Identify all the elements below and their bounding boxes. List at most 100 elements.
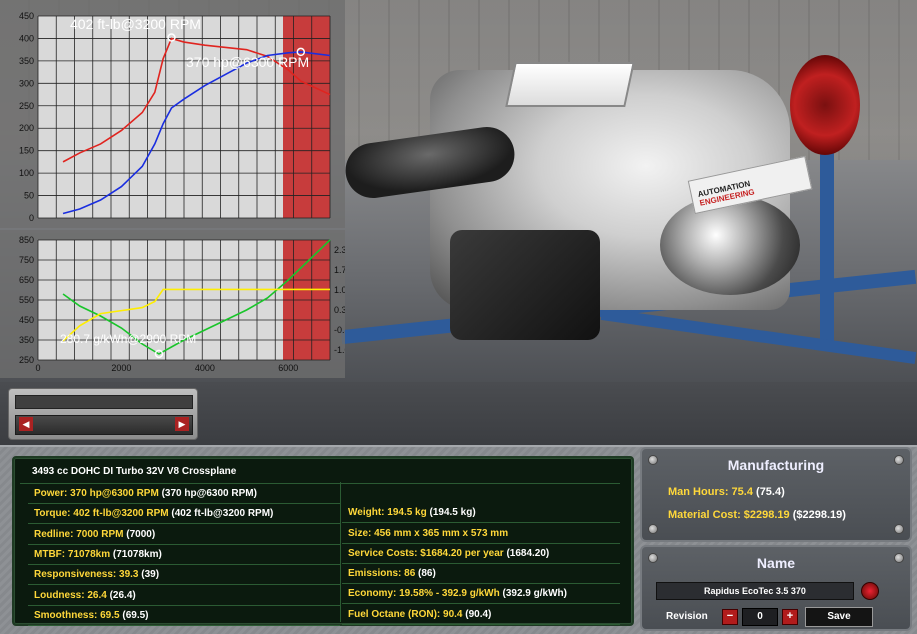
stat-row: Service Costs: $1684.20 per year (1684.2…: [342, 544, 620, 564]
stat-value: Power: 370 hp@6300 RPM: [34, 488, 159, 499]
stat-base-value: (26.4): [106, 589, 136, 601]
y-tick-label: 400: [19, 33, 34, 43]
torque-power-chart: 450 400 350 300 250 200 150 100 50 0 402 ft-lb@320…: [0, 0, 345, 228]
engine-description: 3493 cc DOHC DI Turbo 32V V8 Crossplane: [20, 466, 620, 484]
stat-value: Size: 456 mm x 365 mm x 573 mm: [348, 527, 509, 539]
redline-zone: [283, 16, 330, 218]
peak-label: 402 ft-lb@3200 RPM: [70, 16, 201, 32]
manufacturing-title: Manufacturing: [727, 457, 825, 473]
airbox: [450, 230, 600, 340]
peak-label: 370 hp@6300 RPM: [186, 54, 309, 70]
revision-value: 0: [742, 608, 778, 626]
y2-tick-label: 2.3: [334, 245, 345, 255]
name-title: Name: [756, 555, 796, 571]
stats-divider: [340, 482, 341, 622]
stat-base-value: (392.9 g/kWh): [499, 588, 567, 600]
y-tick-label: 650: [19, 275, 34, 285]
stat-row: Redline: 7000 RPM (7000): [28, 525, 340, 545]
y2-tick-label: 1.7: [334, 265, 345, 275]
stat-base-value: (86): [415, 568, 436, 580]
y-tick-label: 750: [19, 255, 34, 265]
stat-base-value: (90.4): [462, 608, 492, 620]
stat-value: Smoothness: 69.5: [34, 609, 120, 621]
stat-base-value: (69.5): [119, 609, 149, 621]
stat-row: Economy: 19.58% - 392.9 g/kWh (392.9 g/k…: [342, 584, 620, 605]
slider-track[interactable]: [15, 415, 193, 435]
save-button[interactable]: Save: [805, 607, 873, 627]
y-tick-label: 350: [19, 335, 34, 345]
stand-rail: [600, 307, 917, 365]
stat-value: Torque: 402 ft-lb@3200 RPM: [34, 508, 169, 520]
y-tick-label: 250: [19, 355, 34, 365]
y2-tick-label: 1.0: [334, 285, 345, 295]
stat-value: MTBF: 71078km: [34, 548, 111, 560]
stat-value: Loudness: 26.4: [34, 589, 107, 601]
slider-left-arrow-icon[interactable]: ◀: [19, 417, 33, 431]
slider-right-arrow-icon[interactable]: ▶: [175, 417, 189, 431]
y-tick-label: 450: [19, 11, 34, 21]
material-cost: Material Cost: $2298.19 ($2298.19): [668, 509, 846, 521]
revision-decrement-button[interactable]: −: [722, 609, 738, 625]
efficiency-chart: 850 750 650 550 450 350 250 2.3 1.7 1.0 0.3 -0.3 -1.…: [0, 230, 345, 378]
efficiency-chart-svg: 850 750 650 550 450 350 250 2.3 1.7 1.0 0.3 -0.3 -1.…: [19, 235, 345, 373]
y-tick-label: 550: [19, 295, 34, 305]
stat-value: Service Costs: $1684.20 per year: [348, 547, 504, 559]
stat-row: Size: 456 mm x 365 mm x 573 mm: [342, 524, 620, 544]
engine-stats-panel: 3493 cc DOHC DI Turbo 32V V8 Crossplane …: [12, 456, 634, 626]
material-cost-base: ($2298.19): [789, 509, 846, 521]
x-tick-label: 4000: [195, 363, 215, 373]
torque-power-chart-svg: 450 400 350 300 250 200 150 100 50 0 402 ft-lb@320…: [19, 11, 331, 223]
screw-icon: [648, 524, 658, 534]
man-hours-base: (75.4): [752, 486, 785, 498]
y2-tick-label: -0.3: [334, 325, 345, 335]
stat-base-value: (71078km): [110, 548, 162, 560]
y-tick-label: 850: [19, 235, 34, 245]
revision-increment-button[interactable]: +: [782, 609, 798, 625]
y-tick-label: 50: [24, 191, 34, 201]
stat-row: Emissions: 86 (86): [342, 564, 620, 585]
y-tick-label: 300: [19, 78, 34, 88]
engine-name-field[interactable]: Rapidus EcoTec 3.5 370: [656, 582, 854, 600]
engine-cover-plate: [505, 62, 635, 107]
revision-label: Revision: [666, 611, 708, 622]
slider-slot: [15, 395, 193, 409]
stat-base-value: (370 hp@6300 RPM): [158, 488, 257, 499]
stat-base-value: (194.5 kg): [426, 507, 476, 519]
stat-row: Responsiveness: 39.3 (39): [28, 565, 340, 586]
manufacturing-panel: Manufacturing Man Hours: 75.4 (75.4) Mat…: [640, 447, 912, 542]
stat-row: Smoothness: 69.5 (69.5): [28, 606, 340, 626]
y-tick-label: 250: [19, 101, 34, 111]
stat-row: Fuel Octane (RON): 90.4 (90.4): [342, 605, 620, 625]
y-tick-label: 0: [29, 213, 34, 223]
y-tick-label: 150: [19, 146, 34, 156]
stat-row: Power: 370 hp@6300 RPM (370 hp@6300 RPM): [28, 484, 340, 504]
stat-value: Emissions: 86: [348, 568, 416, 580]
screw-icon: [894, 524, 904, 534]
stat-value: Weight: 194.5 kg: [348, 507, 427, 519]
y-tick-label: 350: [19, 56, 34, 66]
stat-value: Fuel Octane (RON): 90.4: [348, 608, 463, 620]
stat-value: Responsiveness: 39.3: [34, 569, 139, 581]
y2-tick-label: -1.0: [334, 345, 345, 355]
stat-row: MTBF: 71078km (71078km): [28, 545, 340, 565]
flywheel: [790, 55, 860, 155]
randomize-name-button[interactable]: [861, 582, 879, 600]
stat-base-value: (1684.20): [503, 547, 550, 559]
y-tick-label: 200: [19, 123, 34, 133]
stat-row: Weight: 194.5 kg (194.5 kg): [342, 503, 620, 524]
slider-widget[interactable]: ◀ ▶: [8, 388, 198, 440]
name-panel: Name Rapidus EcoTec 3.5 370 Revision − 0…: [640, 545, 912, 631]
x-tick-label: 6000: [278, 363, 298, 373]
stat-value: Economy: 19.58% - 392.9 g/kWh: [348, 588, 500, 600]
stat-row: Loudness: 26.4 (26.4): [28, 586, 340, 606]
y2-tick-label: 0.3: [334, 305, 345, 315]
material-cost-value: Material Cost: $2298.19: [668, 509, 790, 521]
stat-row: Torque: 402 ft-lb@3200 RPM (402 ft-lb@32…: [28, 504, 340, 525]
y-tick-label: 450: [19, 315, 34, 325]
stat-base-value: (39): [138, 569, 160, 581]
stat-base-value: (402 ft-lb@3200 RPM): [168, 508, 274, 520]
x-tick-label: 0: [35, 363, 40, 373]
stat-base-value: (7000): [123, 528, 156, 540]
man-hours-value: Man Hours: 75.4: [668, 486, 753, 498]
turbocharger: [660, 195, 800, 295]
